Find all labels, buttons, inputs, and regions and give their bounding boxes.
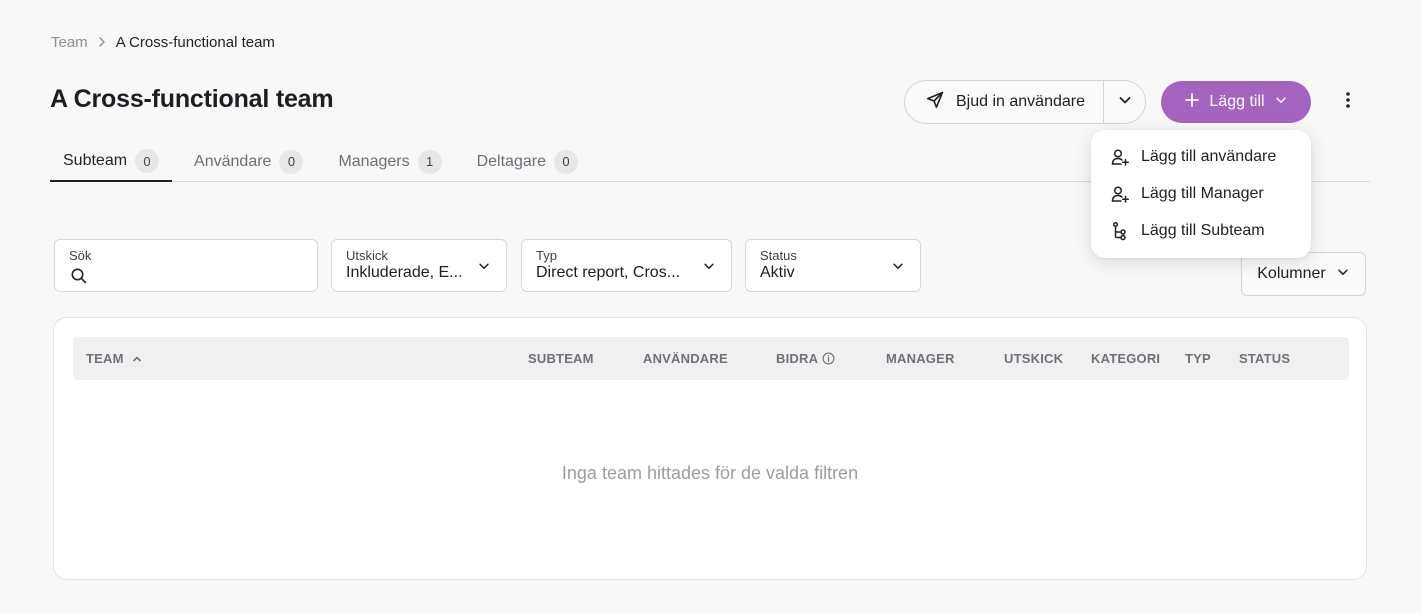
column-label: UTSKICK bbox=[1004, 351, 1064, 366]
menu-item-add-manager[interactable]: Lägg till Manager bbox=[1091, 175, 1311, 212]
add-button-label: Lägg till bbox=[1209, 93, 1265, 110]
column-label: STATUS bbox=[1239, 351, 1291, 366]
chevron-down-icon bbox=[1336, 265, 1350, 284]
team-table: TEAM SUBTEAM ANVÄNDARE BIDRA MANAGER UTS… bbox=[53, 317, 1367, 580]
column-header-anvandare[interactable]: ANVÄNDARE bbox=[643, 337, 728, 380]
tab-count-badge: 1 bbox=[417, 149, 442, 174]
invite-users-button[interactable]: Bjud in användare bbox=[905, 81, 1103, 123]
plus-icon bbox=[1184, 92, 1200, 113]
tab-count-badge: 0 bbox=[135, 149, 160, 173]
chevron-down-icon bbox=[1274, 93, 1288, 112]
tab-deltagare[interactable]: Deltagare 0 bbox=[464, 142, 591, 181]
typ-filter[interactable]: Typ Direct report, Cros... bbox=[521, 239, 732, 292]
menu-item-label: Lägg till Subteam bbox=[1141, 221, 1265, 239]
tab-label: Deltagare bbox=[476, 152, 546, 170]
send-icon bbox=[925, 90, 945, 115]
column-header-subteam[interactable]: SUBTEAM bbox=[528, 337, 594, 380]
column-label: TYP bbox=[1185, 351, 1211, 366]
tab-count-badge: 0 bbox=[553, 149, 578, 174]
invite-options-toggle[interactable] bbox=[1103, 81, 1145, 123]
tab-label: Subteam bbox=[63, 152, 128, 169]
add-button[interactable]: Lägg till bbox=[1161, 81, 1311, 123]
table-header: TEAM SUBTEAM ANVÄNDARE BIDRA MANAGER UTS… bbox=[73, 337, 1349, 380]
tab-label: Användare bbox=[194, 152, 272, 170]
breadcrumb-current: A Cross-functional team bbox=[115, 33, 275, 51]
kebab-menu-icon bbox=[1346, 91, 1350, 113]
search-field-label: Sök bbox=[69, 248, 92, 263]
column-label: MANAGER bbox=[886, 351, 955, 366]
column-header-kategori[interactable]: KATEGORI bbox=[1091, 337, 1160, 380]
menu-item-add-subteam[interactable]: Lägg till Subteam bbox=[1091, 212, 1311, 249]
add-dropdown-menu: Lägg till användare Lägg till Manager Lä… bbox=[1091, 130, 1311, 258]
filter-label: Typ bbox=[536, 248, 557, 263]
page-title: A Cross-functional team bbox=[50, 85, 334, 113]
chevron-right-icon bbox=[92, 32, 112, 52]
tab-subteam[interactable]: Subteam 0 bbox=[50, 142, 173, 182]
filter-value: Inkluderade, E... bbox=[346, 264, 463, 281]
search-field[interactable]: Sök bbox=[54, 239, 318, 292]
filter-value: Direct report, Cros... bbox=[536, 264, 681, 281]
tab-managers[interactable]: Managers 1 bbox=[325, 142, 454, 181]
invite-users-label: Bjud in användare bbox=[956, 93, 1085, 110]
columns-button[interactable]: Kolumner bbox=[1241, 252, 1366, 296]
chevron-down-icon bbox=[1117, 92, 1133, 113]
menu-item-label: Lägg till användare bbox=[1141, 147, 1277, 165]
chevron-down-icon bbox=[701, 258, 717, 274]
columns-button-label: Kolumner bbox=[1257, 265, 1326, 282]
filter-label: Utskick bbox=[346, 248, 388, 263]
tab-count-badge: 0 bbox=[279, 149, 304, 174]
column-label: BIDRA bbox=[776, 351, 819, 366]
search-icon bbox=[70, 267, 88, 285]
menu-item-label: Lägg till Manager bbox=[1141, 184, 1264, 202]
filter-label: Status bbox=[760, 248, 797, 263]
column-header-typ[interactable]: TYP bbox=[1185, 337, 1211, 380]
invite-button-group: Bjud in användare bbox=[904, 80, 1146, 124]
breadcrumb: Team A Cross-functional team bbox=[51, 32, 275, 52]
empty-state-message: Inga team hittades för de valda filtren bbox=[561, 463, 859, 483]
tab-anvandare[interactable]: Användare 0 bbox=[181, 142, 316, 181]
column-label: ANVÄNDARE bbox=[643, 351, 728, 366]
status-filter[interactable]: Status Aktiv bbox=[745, 239, 921, 292]
menu-item-add-user[interactable]: Lägg till användare bbox=[1091, 138, 1311, 175]
tab-label: Managers bbox=[338, 152, 410, 170]
more-options-button[interactable] bbox=[1336, 90, 1360, 114]
sort-ascending-icon bbox=[132, 354, 142, 364]
info-icon[interactable] bbox=[822, 352, 835, 365]
column-header-utskick[interactable]: UTSKICK bbox=[1004, 337, 1063, 380]
hierarchy-icon bbox=[1110, 221, 1130, 241]
utskick-filter[interactable]: Utskick Inkluderade, E... bbox=[331, 239, 507, 292]
column-label: SUBTEAM bbox=[528, 351, 594, 366]
column-header-manager[interactable]: MANAGER bbox=[886, 337, 955, 380]
filter-value: Aktiv bbox=[760, 264, 795, 281]
user-plus-icon bbox=[1110, 184, 1130, 204]
breadcrumb-team-link[interactable]: Team bbox=[51, 34, 88, 51]
column-label: TEAM bbox=[86, 351, 124, 366]
column-header-team[interactable]: TEAM bbox=[86, 337, 142, 380]
column-header-status[interactable]: STATUS bbox=[1239, 337, 1290, 380]
column-header-bidra[interactable]: BIDRA bbox=[776, 337, 835, 380]
chevron-down-icon bbox=[890, 258, 906, 274]
column-label: KATEGORI bbox=[1091, 351, 1161, 366]
chevron-down-icon bbox=[476, 258, 492, 274]
user-plus-icon bbox=[1110, 147, 1130, 167]
